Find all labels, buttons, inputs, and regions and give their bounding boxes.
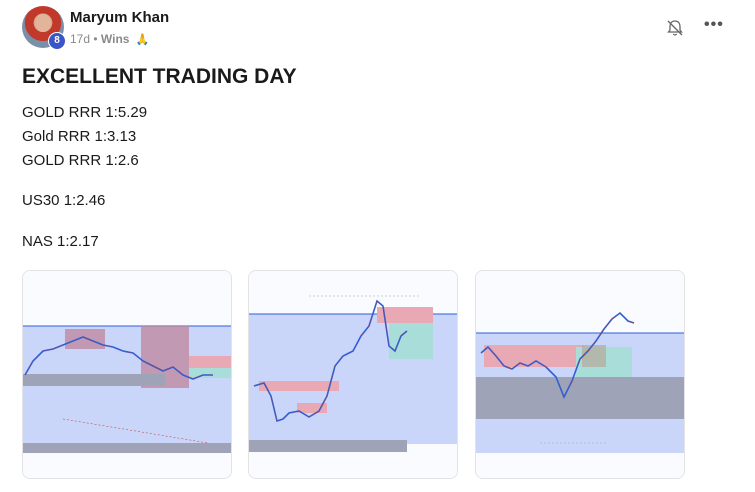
bell-off-icon[interactable] [665,18,685,38]
chart-screenshot-2[interactable] [248,270,458,479]
chart-screenshot-3[interactable] [475,270,685,479]
author-name[interactable]: Maryum Khan [70,9,169,26]
post-meta: 17d • Wins 🙏 [70,32,150,46]
post-title: EXCELLENT TRADING DAY [22,65,297,88]
chart-screenshot-1[interactable] [22,270,232,479]
post-line: Gold RRR 1:3.13 [22,128,137,145]
post-time[interactable]: 17d [70,32,90,46]
avatar-face [35,14,51,32]
more-horizontal-icon[interactable]: ••• [704,16,724,34]
meta-separator: • [93,32,98,46]
post-header: 8 Maryum Khan 17d • Wins 🙏 ••• [22,6,733,52]
category-emoji: 🙏 [135,34,150,46]
post-line: GOLD RRR 1:5.29 [22,104,148,121]
post-line: GOLD RRR 1:2.6 [22,152,139,169]
post-line: US30 1:2.46 [22,192,106,209]
post-category[interactable]: Wins [101,32,130,46]
level-badge: 8 [48,32,66,50]
post-line: NAS 1:2.17 [22,233,99,250]
